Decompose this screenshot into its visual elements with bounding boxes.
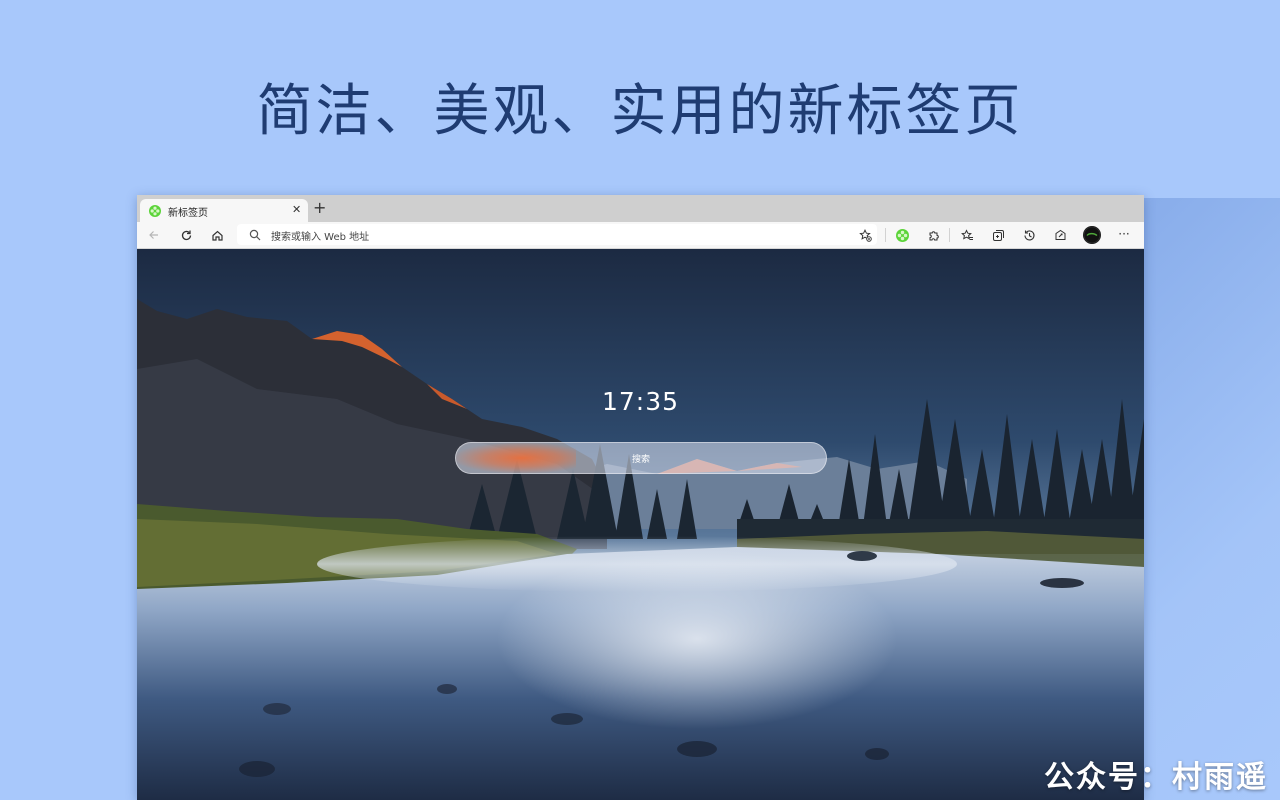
mountain-lake-scenery [137, 249, 1144, 800]
new-tab-page: 17:35 搜索 [137, 249, 1144, 800]
watermark: 公众号：村雨遥 [1044, 760, 1268, 795]
tab-bar: 新标签页 ✕ + [137, 195, 1144, 222]
new-tab-button[interactable]: + [313, 199, 326, 217]
tab-close-button[interactable]: ✕ [292, 203, 301, 217]
tab-title: 新标签页 [168, 208, 208, 219]
page-headline: 简洁、美观、实用的新标签页 [256, 79, 1024, 144]
window-shadow [1144, 198, 1280, 800]
browser-window: 新标签页 ✕ + 搜索或输入 Web 地址 ··· 17:35 搜索 [137, 195, 1144, 800]
star-add-icon[interactable] [857, 227, 873, 243]
more-icon[interactable]: ··· [1116, 226, 1132, 242]
favorites-icon[interactable] [959, 227, 975, 243]
search-icon [247, 227, 263, 243]
puzzle-icon[interactable] [925, 227, 941, 243]
search-input[interactable]: 搜索 [455, 442, 827, 474]
green-flower-icon [149, 205, 161, 217]
back-arrow-icon[interactable] [146, 227, 162, 243]
performance-icon[interactable] [1052, 227, 1068, 243]
history-icon[interactable] [1021, 227, 1037, 243]
green-flower-icon[interactable] [894, 227, 910, 243]
browser-toolbar: 搜索或输入 Web 地址 ··· [137, 222, 1144, 249]
collections-icon[interactable] [990, 227, 1006, 243]
toolbar-separator [885, 228, 886, 242]
home-icon[interactable] [209, 227, 225, 243]
tab-new-tab[interactable]: 新标签页 ✕ [140, 199, 308, 222]
refresh-icon[interactable] [178, 227, 194, 243]
profile-avatar[interactable] [1083, 226, 1101, 244]
toolbar-separator [949, 228, 950, 242]
address-bar[interactable]: 搜索或输入 Web 地址 [237, 224, 877, 245]
search-placeholder: 搜索 [631, 455, 650, 465]
clock: 17:35 [601, 387, 680, 416]
address-placeholder: 搜索或输入 Web 地址 [271, 232, 370, 243]
